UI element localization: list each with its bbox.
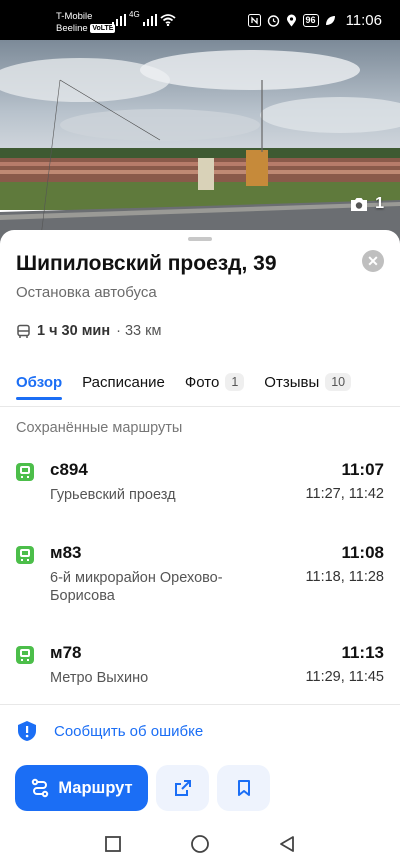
route-number: м78 [50, 643, 82, 662]
route-row[interactable]: м83 6-й микрорайон Орехово-Борисова 11:0… [16, 543, 384, 607]
carrier-info: T-Mobile Beeline VoLTE [56, 11, 116, 35]
share-button[interactable] [156, 765, 209, 811]
tab-reviews[interactable]: Отзывы 10 [264, 368, 352, 396]
tab-label: Обзор [16, 373, 63, 391]
route-destination: Метро Выхино [50, 670, 149, 686]
route-later-times: 11:29, 11:45 [305, 669, 384, 685]
tabs: Обзор Расписание Фото 1 Отзывы 10 [16, 368, 371, 400]
sheet-grabber[interactable] [188, 237, 212, 241]
carrier-1: T-Mobile [56, 11, 93, 22]
route-number: с894 [50, 460, 88, 479]
tab-photos[interactable]: Фото 1 [184, 368, 245, 396]
tab-label: Отзывы [264, 373, 320, 391]
route-button[interactable]: Маршрут [15, 765, 148, 811]
route-row[interactable]: с894 Гурьевский проезд 11:07 11:27, 11:4… [16, 460, 384, 508]
street-photo-image [0, 40, 400, 245]
travel-info: 1 ч 30 мин · 33 км [16, 323, 161, 339]
divider [0, 704, 400, 705]
nfc-icon [247, 14, 261, 27]
saved-routes-label: Сохранённые маршруты [16, 420, 183, 436]
tab-count: 10 [325, 373, 352, 391]
status-right: 96 11:06 [247, 12, 382, 29]
route-number: м83 [50, 543, 82, 562]
leaf-icon [325, 16, 335, 25]
route-next-time: 11:08 [341, 543, 384, 562]
bookmark-icon [237, 780, 250, 796]
location-icon [286, 14, 296, 27]
tab-label: Расписание [82, 373, 165, 391]
system-nav-bar [0, 820, 400, 867]
route-later-times: 11:27, 11:42 [305, 486, 384, 502]
tab-label: Фото [184, 373, 220, 391]
route-next-time: 11:07 [341, 460, 384, 479]
bus-icon [17, 324, 30, 338]
signal-icon [112, 14, 126, 26]
place-subtitle: Остановка автобуса [16, 284, 157, 301]
camera-icon [351, 198, 368, 211]
report-error-label: Сообщить об ошибке [54, 722, 204, 740]
photo-count[interactable]: 1 [349, 195, 384, 213]
bus-icon [16, 646, 34, 664]
route-destination: 6-й микрорайон Орехово-Борисова [50, 570, 223, 604]
route-destination: Гурьевский проезд [50, 487, 176, 503]
tab-overview[interactable]: Обзор [16, 368, 63, 400]
bus-icon [16, 546, 34, 564]
status-bar: T-Mobile Beeline VoLTE 4G 96 11:06 [0, 0, 400, 40]
network-type: 4G [129, 10, 140, 19]
carrier-2: Beeline [56, 23, 88, 34]
bookmark-button[interactable] [217, 765, 270, 811]
battery-indicator: 96 [302, 14, 319, 27]
alarm-icon [267, 15, 279, 27]
bus-icon [16, 463, 34, 481]
close-button[interactable]: ✕ [362, 250, 384, 272]
route-next-time: 11:13 [341, 643, 384, 662]
action-bar: Маршрут [15, 765, 270, 811]
signal-icons: 4G [112, 10, 176, 26]
wifi-icon [160, 14, 176, 26]
report-error-link[interactable]: Сообщить об ошибке [16, 720, 203, 742]
place-title: Шипиловский проезд, 39 [16, 252, 277, 275]
divider [0, 406, 400, 407]
travel-distance: · 33 км [116, 323, 162, 339]
route-icon [32, 778, 49, 798]
route-row[interactable]: м78 Метро Выхино 11:13 11:29, 11:45 [16, 643, 384, 691]
tab-schedule[interactable]: Расписание [82, 368, 165, 396]
route-later-times: 11:18, 11:28 [305, 569, 384, 585]
travel-time: 1 ч 30 мин [37, 323, 111, 339]
status-time: 11:06 [345, 12, 382, 29]
place-photo[interactable]: 1 [0, 40, 400, 245]
route-button-label: Маршрут [58, 778, 133, 797]
back-button[interactable] [278, 835, 296, 853]
photo-count-label: 1 [375, 195, 384, 212]
home-button[interactable] [190, 834, 210, 854]
warning-icon [18, 721, 36, 741]
recent-apps-button[interactable] [104, 835, 122, 853]
share-icon [174, 780, 191, 796]
tab-count: 1 [225, 373, 245, 391]
signal-icon-2 [142, 14, 157, 26]
place-card: Шипиловский проезд, 39 ✕ Остановка автоб… [0, 230, 400, 867]
